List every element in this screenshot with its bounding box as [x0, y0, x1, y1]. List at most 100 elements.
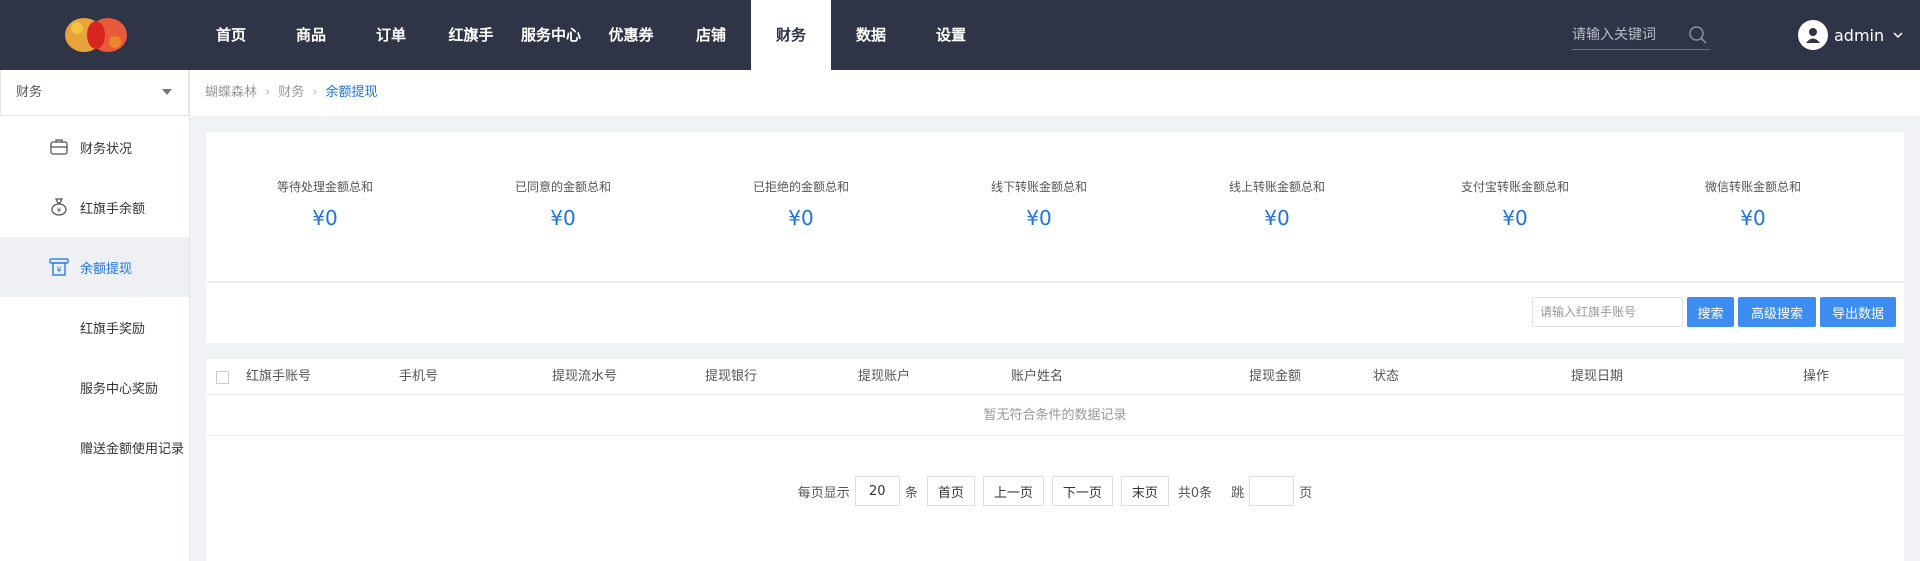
stat-value: ¥0: [1502, 206, 1528, 230]
sidebar-item-financial-status[interactable]: 财务状况: [0, 117, 189, 177]
sidebar-item-label: 财务状况: [80, 141, 133, 157]
svg-text:¥: ¥: [57, 207, 62, 215]
nav-products[interactable]: 商品: [271, 0, 351, 70]
sidebar-item-flag-bearer-balance[interactable]: ¥ 红旗手余额: [0, 177, 189, 237]
stat-value: ¥0: [1740, 206, 1766, 230]
stat-value: ¥0: [312, 206, 338, 230]
empty-state-message: 暂无符合条件的数据记录: [206, 396, 1904, 436]
column-header: 提现流水号: [552, 369, 618, 384]
main-nav: 首页 商品 订单 红旗手 服务中心 优惠券 店铺 财务 数据 设置: [191, 0, 991, 70]
nav-stores[interactable]: 店铺: [671, 0, 751, 70]
stat-label: 已拒绝的金额总和: [752, 180, 849, 194]
account-search-input[interactable]: [1532, 297, 1683, 327]
withdrawal-table: 红旗手账号 手机号 提现流水号 提现银行 提现账户 账户姓名 提现金额 状态 提…: [206, 359, 1904, 561]
stat-label: 支付宝转账金额总和: [1460, 180, 1569, 194]
nav-coupons[interactable]: 优惠券: [591, 0, 671, 70]
stat-value: ¥0: [550, 206, 576, 230]
stat-label: 等待处理金额总和: [276, 180, 373, 194]
summary-stats: 等待处理金额总和 ¥0 已同意的金额总和 ¥0 已拒绝的金额总和 ¥0 线下转账…: [206, 132, 1904, 282]
first-page-button[interactable]: 首页: [926, 476, 975, 506]
next-page-button[interactable]: 下一页: [1051, 476, 1113, 506]
table-header: 红旗手账号 手机号 提现流水号 提现银行 提现账户 账户姓名 提现金额 状态 提…: [206, 359, 1904, 395]
nav-settings[interactable]: 设置: [911, 0, 991, 70]
search-button[interactable]: 搜索: [1687, 297, 1734, 327]
withdraw-icon: ¥: [49, 258, 69, 276]
nav-home[interactable]: 首页: [191, 0, 271, 70]
stat-pending-total: 等待处理金额总和 ¥0: [206, 178, 444, 230]
stat-approved-total: 已同意的金额总和 ¥0: [444, 178, 682, 230]
user-menu[interactable]: admin: [1798, 20, 1904, 50]
breadcrumb-separator-icon: ›: [265, 85, 271, 100]
column-header: 提现日期: [1571, 369, 1624, 384]
total-count: 共0条: [1177, 485, 1213, 501]
stat-label: 线上转账金额总和: [1228, 180, 1325, 194]
stat-label: 线下转账金额总和: [990, 180, 1087, 194]
module-select[interactable]: 财务: [0, 70, 189, 116]
search-toolbar: 搜索 高级搜索 导出数据: [206, 283, 1904, 343]
sidebar-item-gift-amount-usage[interactable]: 赠送金额使用记录: [0, 417, 189, 477]
nav-flag-bearers[interactable]: 红旗手: [431, 0, 511, 70]
column-header: 操作: [1803, 369, 1830, 384]
stat-offline-transfer-total: 线下转账金额总和 ¥0: [920, 178, 1158, 230]
svg-text:¥: ¥: [56, 266, 61, 275]
nav-service-center[interactable]: 服务中心: [511, 0, 591, 70]
search-icon[interactable]: [1688, 25, 1708, 45]
advanced-search-button[interactable]: 高级搜索: [1738, 297, 1816, 327]
per-page-label: 每页显示: [797, 485, 850, 501]
stat-alipay-transfer-total: 支付宝转账金额总和 ¥0: [1396, 178, 1634, 230]
per-page-input[interactable]: [854, 476, 900, 506]
header-search: [1572, 22, 1710, 50]
top-navigation-bar: 首页 商品 订单 红旗手 服务中心 优惠券 店铺 财务 数据 设置 admin: [0, 0, 1920, 70]
chevron-down-icon: [1893, 32, 1903, 39]
pagination: 每页显示 条 首页 上一页 下一页 末页 共0条 跳 页: [206, 476, 1904, 506]
breadcrumb-current: 余额提现: [325, 85, 378, 100]
sidebar-item-label: 红旗手余额: [80, 201, 146, 217]
jump-page-input[interactable]: [1249, 476, 1295, 506]
column-header: 提现金额: [1249, 369, 1302, 384]
per-page-unit: 条: [904, 485, 918, 501]
export-data-button[interactable]: 导出数据: [1820, 297, 1896, 327]
sidebar: 财务 财务状况 ¥ 红旗手余额 ¥ 余额提现 红旗手奖励 服务中心奖励 赠送金额…: [0, 70, 190, 561]
column-header: 提现账户: [858, 369, 911, 384]
breadcrumb-finance[interactable]: 财务: [278, 85, 304, 100]
column-header: 手机号: [399, 369, 439, 384]
username: admin: [1834, 25, 1885, 45]
stat-label: 已同意的金额总和: [514, 180, 611, 194]
jump-label: 跳: [1231, 485, 1245, 501]
nav-orders[interactable]: 订单: [351, 0, 431, 70]
prev-page-button[interactable]: 上一页: [982, 476, 1044, 506]
user-icon: [1806, 28, 1820, 43]
sidebar-item-label: 赠送金额使用记录: [80, 441, 185, 457]
last-page-button[interactable]: 末页: [1120, 476, 1169, 506]
breadcrumb-separator-icon: ›: [312, 85, 318, 100]
stat-wechat-transfer-total: 微信转账金额总和 ¥0: [1634, 178, 1872, 230]
breadcrumb-home[interactable]: 蝴蝶森林: [205, 85, 257, 100]
breadcrumb: 蝴蝶森林 › 财务 › 余额提现: [190, 70, 1920, 116]
sidebar-item-flag-bearer-rewards[interactable]: 红旗手奖励: [0, 297, 189, 357]
sidebar-item-label: 服务中心奖励: [80, 381, 159, 397]
nav-data[interactable]: 数据: [831, 0, 911, 70]
stat-value: ¥0: [1264, 206, 1290, 230]
column-header: 提现银行: [705, 369, 758, 384]
avatar: [1798, 20, 1828, 50]
search-input[interactable]: [1572, 22, 1680, 48]
module-select-value: 财务: [16, 85, 43, 100]
stat-value: ¥0: [1026, 206, 1052, 230]
sidebar-item-service-center-rewards[interactable]: 服务中心奖励: [0, 357, 189, 417]
stat-value: ¥0: [788, 206, 814, 230]
caret-down-icon: [162, 89, 172, 95]
stat-online-transfer-total: 线上转账金额总和 ¥0: [1158, 178, 1396, 230]
stat-label: 微信转账金额总和: [1704, 180, 1801, 194]
jump-unit: 页: [1299, 485, 1313, 501]
briefcase-icon: [50, 139, 68, 155]
money-bag-icon: ¥: [51, 198, 67, 216]
column-header: 红旗手账号: [246, 369, 312, 384]
sidebar-item-balance-withdrawal[interactable]: ¥ 余额提现: [0, 237, 189, 297]
select-all-checkbox[interactable]: [216, 371, 229, 384]
column-header: 状态: [1373, 369, 1400, 384]
sidebar-item-label: 余额提现: [80, 261, 133, 277]
sidebar-item-label: 红旗手奖励: [80, 321, 146, 337]
nav-finance[interactable]: 财务: [751, 0, 831, 70]
column-header: 账户姓名: [1011, 369, 1064, 384]
brand-logo[interactable]: [62, 14, 130, 56]
